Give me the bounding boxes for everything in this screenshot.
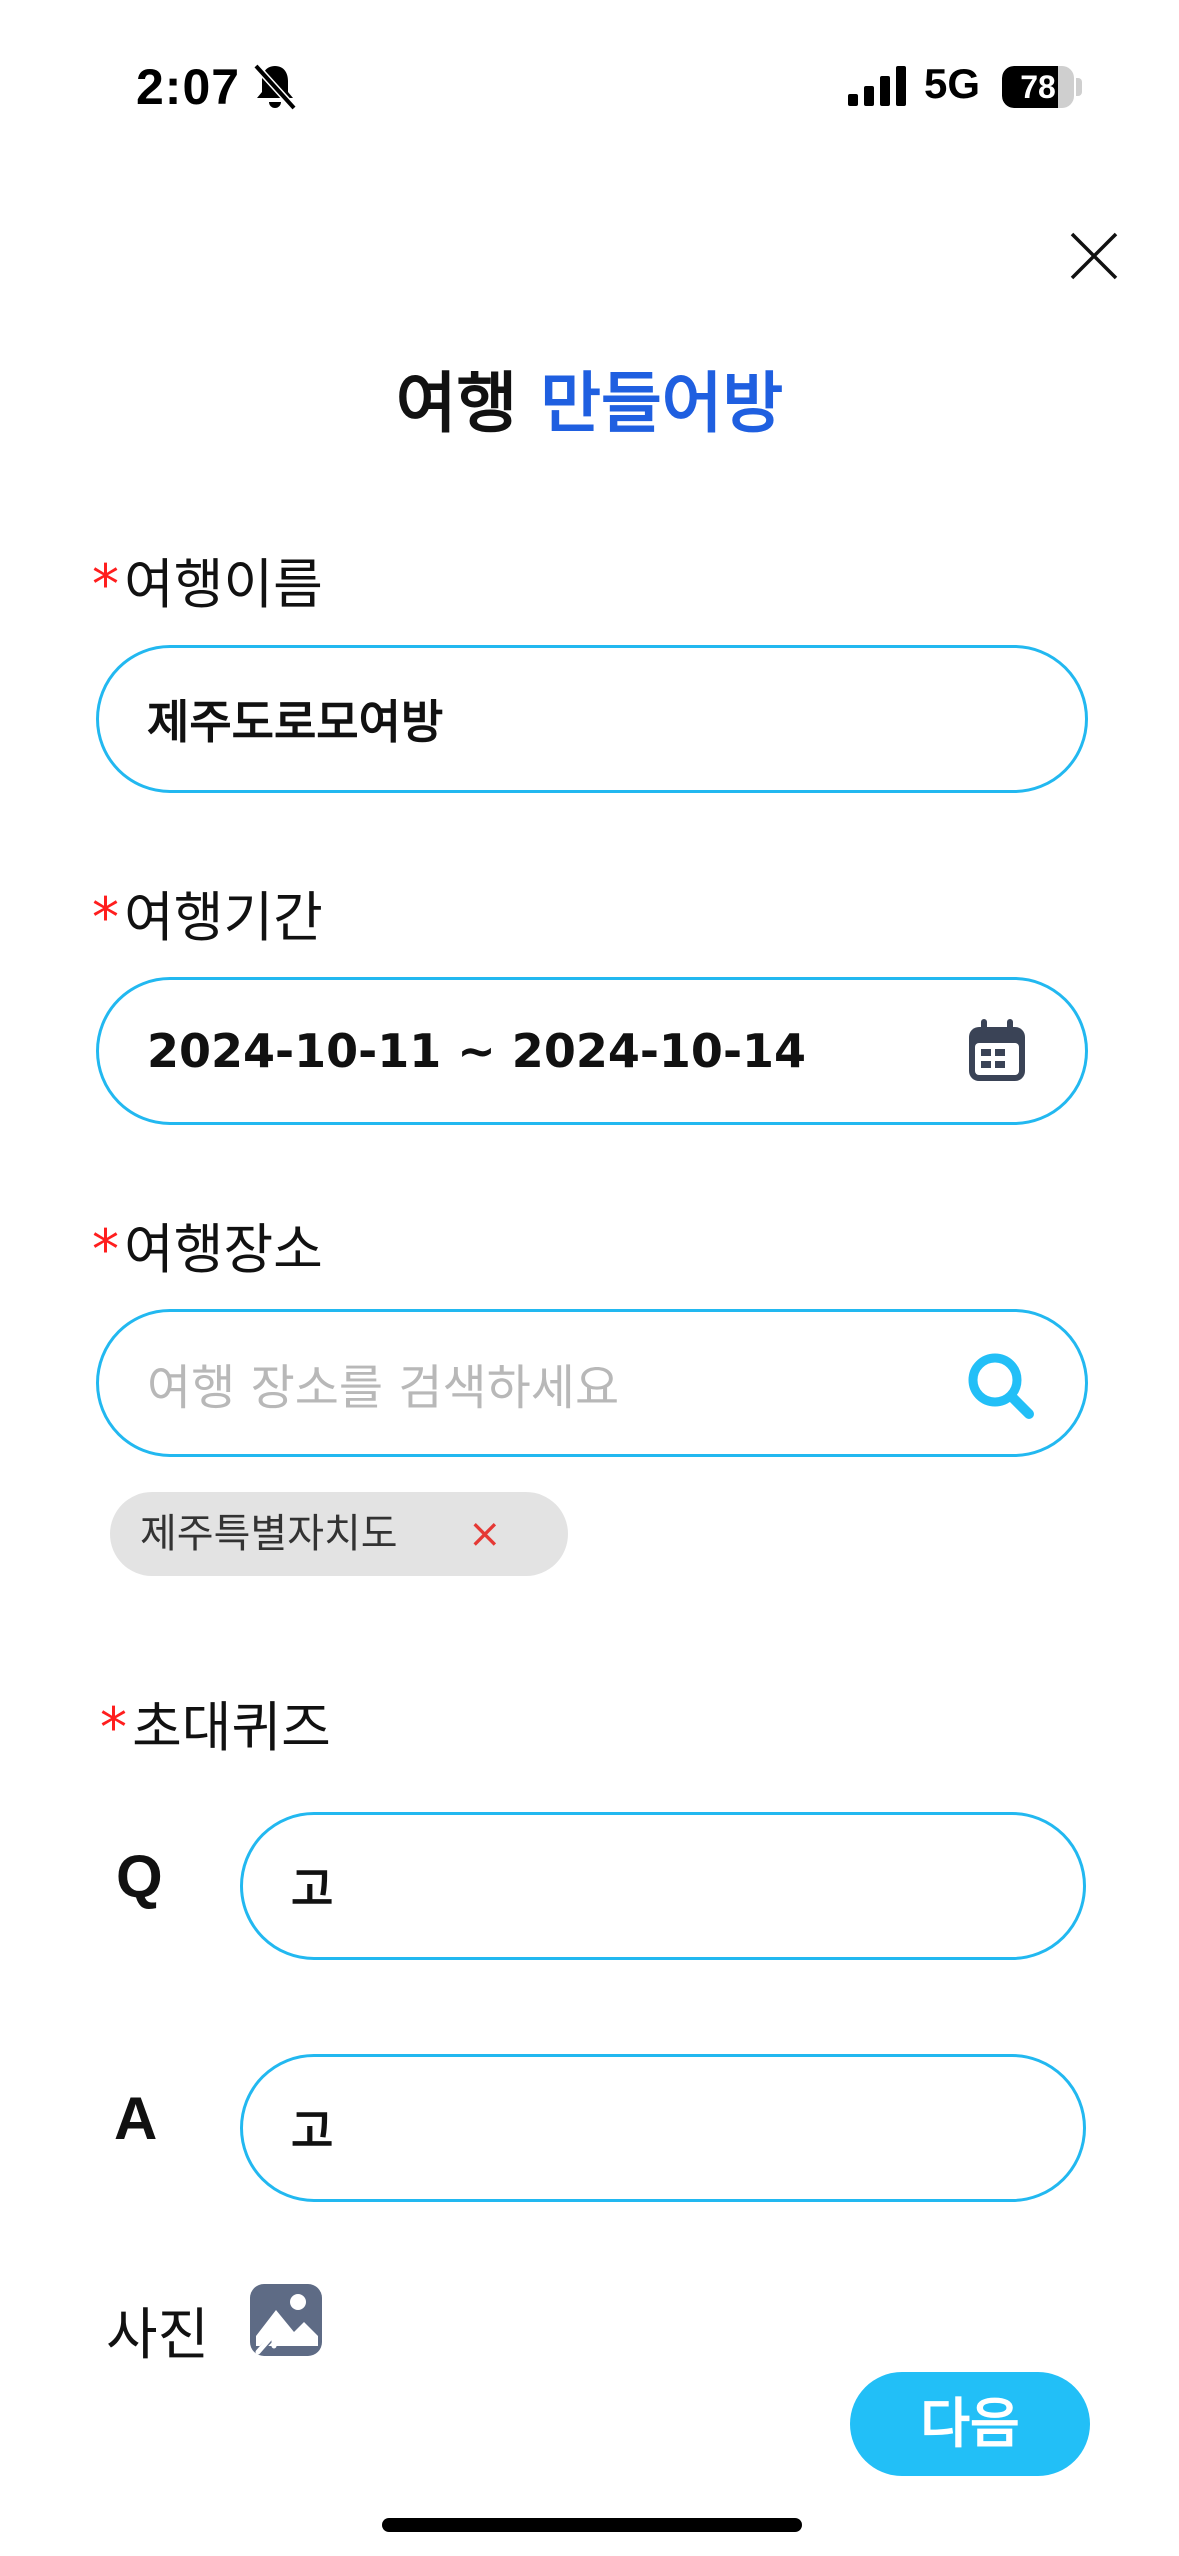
page-title: 여행 만들어방 <box>0 350 1179 446</box>
required-mark: * <box>92 1218 119 1281</box>
trip-period-label-text: 여행기간 <box>124 886 323 949</box>
trip-period-label: * 여행기간 <box>92 873 323 952</box>
trip-place-placeholder: 여행 장소를 검색하세요 <box>147 1360 620 1416</box>
invite-quiz-label-text: 초대퀴즈 <box>132 1696 331 1759</box>
required-mark: * <box>92 886 119 949</box>
cellular-signal-icon <box>848 66 906 106</box>
photo-label: 사진 <box>106 2303 210 2368</box>
bell-muted-icon <box>253 63 297 111</box>
answer-field[interactable]: 고 <box>240 2054 1086 2202</box>
battery-level: 78 <box>1020 69 1056 105</box>
answer-value: 고 <box>291 2104 334 2158</box>
trip-place-label-text: 여행장소 <box>124 1218 323 1281</box>
trip-name-value: 제주도로모여방 <box>147 695 444 749</box>
invite-quiz-label: * 초대퀴즈 <box>100 1683 331 1762</box>
status-time: 2:07 <box>136 59 241 115</box>
trip-name-label-text: 여행이름 <box>124 553 323 616</box>
search-icon[interactable] <box>965 1350 1037 1422</box>
network-type: 5G <box>924 60 981 107</box>
trip-place-label: * 여행장소 <box>92 1205 323 1284</box>
close-icon[interactable] <box>1062 224 1126 288</box>
chip-remove-icon[interactable]: × <box>468 1492 502 1576</box>
required-mark: * <box>92 553 119 616</box>
question-field[interactable]: 고 <box>240 1812 1086 1960</box>
title-part-2: 만들어방 <box>540 365 784 442</box>
add-photo-icon[interactable] <box>246 2280 326 2360</box>
place-chip-label: 제주특별자치도 <box>140 1511 398 1557</box>
required-mark: * <box>100 1696 127 1759</box>
trip-name-field[interactable]: 제주도로모여방 <box>96 645 1088 793</box>
home-indicator <box>382 2518 802 2532</box>
place-chip: 제주특별자치도 × <box>110 1492 568 1576</box>
next-button[interactable]: 다음 <box>850 2372 1090 2476</box>
trip-place-search[interactable]: 여행 장소를 검색하세요 <box>96 1309 1088 1457</box>
question-label: Q <box>116 1843 163 1910</box>
question-value: 고 <box>291 1862 334 1916</box>
trip-period-field[interactable]: 2024-10-11 ~ 2024-10-14 <box>96 977 1088 1125</box>
title-part-1: 여행 <box>395 365 518 442</box>
trip-period-value: 2024-10-11 ~ 2024-10-14 <box>147 1024 807 1078</box>
calendar-icon[interactable] <box>965 1017 1029 1085</box>
trip-name-label: * 여행이름 <box>92 540 323 619</box>
battery-icon: 78 <box>1002 66 1082 108</box>
answer-label: A <box>114 2085 158 2152</box>
